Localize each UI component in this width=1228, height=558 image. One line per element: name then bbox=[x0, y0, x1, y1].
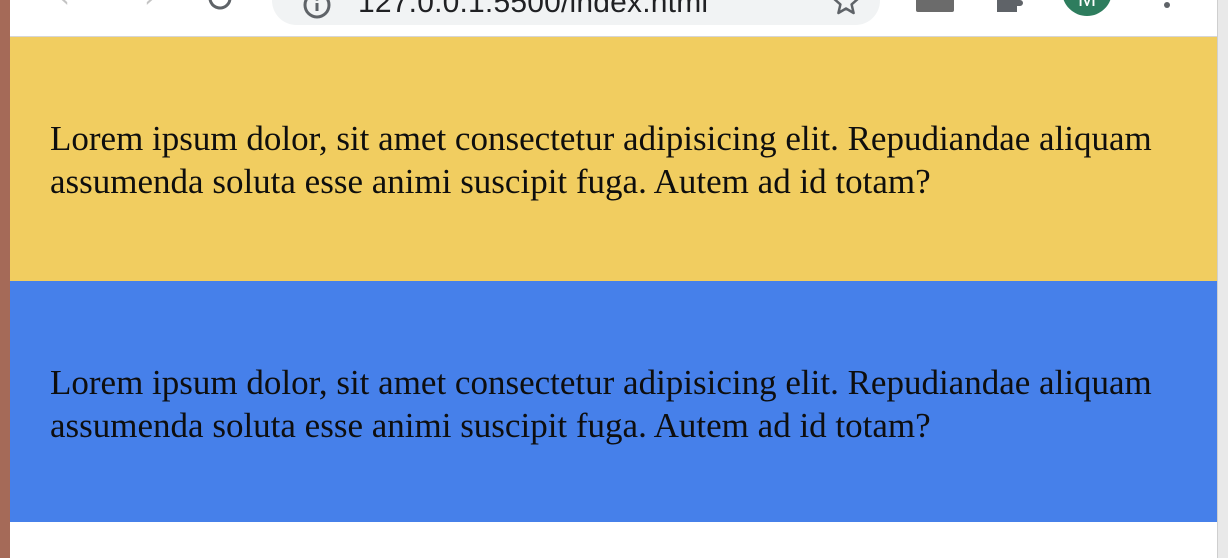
reload-icon[interactable] bbox=[202, 0, 238, 16]
info-icon[interactable] bbox=[302, 0, 332, 20]
more-vertical-icon[interactable] bbox=[1158, 0, 1178, 18]
puzzle-icon[interactable] bbox=[994, 0, 1024, 12]
yellow-section: Lorem ipsum dolor, sit amet consectetur … bbox=[10, 37, 1217, 281]
window-border bbox=[1217, 0, 1228, 558]
back-arrow-icon[interactable]: ‹ bbox=[50, 0, 78, 14]
extension-icon[interactable] bbox=[916, 0, 954, 12]
star-icon[interactable] bbox=[832, 0, 860, 16]
browser-toolbar: ‹ › 127.0.0.1:5500/index.html M bbox=[10, 0, 1217, 37]
url-text[interactable]: 127.0.0.1:5500/index.html bbox=[358, 0, 708, 20]
desktop-background bbox=[0, 0, 10, 558]
section-paragraph: Lorem ipsum dolor, sit amet consectetur … bbox=[50, 119, 1152, 201]
avatar[interactable]: M bbox=[1062, 0, 1112, 16]
section-paragraph: Lorem ipsum dolor, sit amet consectetur … bbox=[50, 363, 1152, 445]
forward-arrow-icon[interactable]: › bbox=[136, 0, 164, 14]
blue-section: Lorem ipsum dolor, sit amet consectetur … bbox=[10, 281, 1217, 522]
address-bar[interactable]: 127.0.0.1:5500/index.html bbox=[272, 0, 880, 25]
